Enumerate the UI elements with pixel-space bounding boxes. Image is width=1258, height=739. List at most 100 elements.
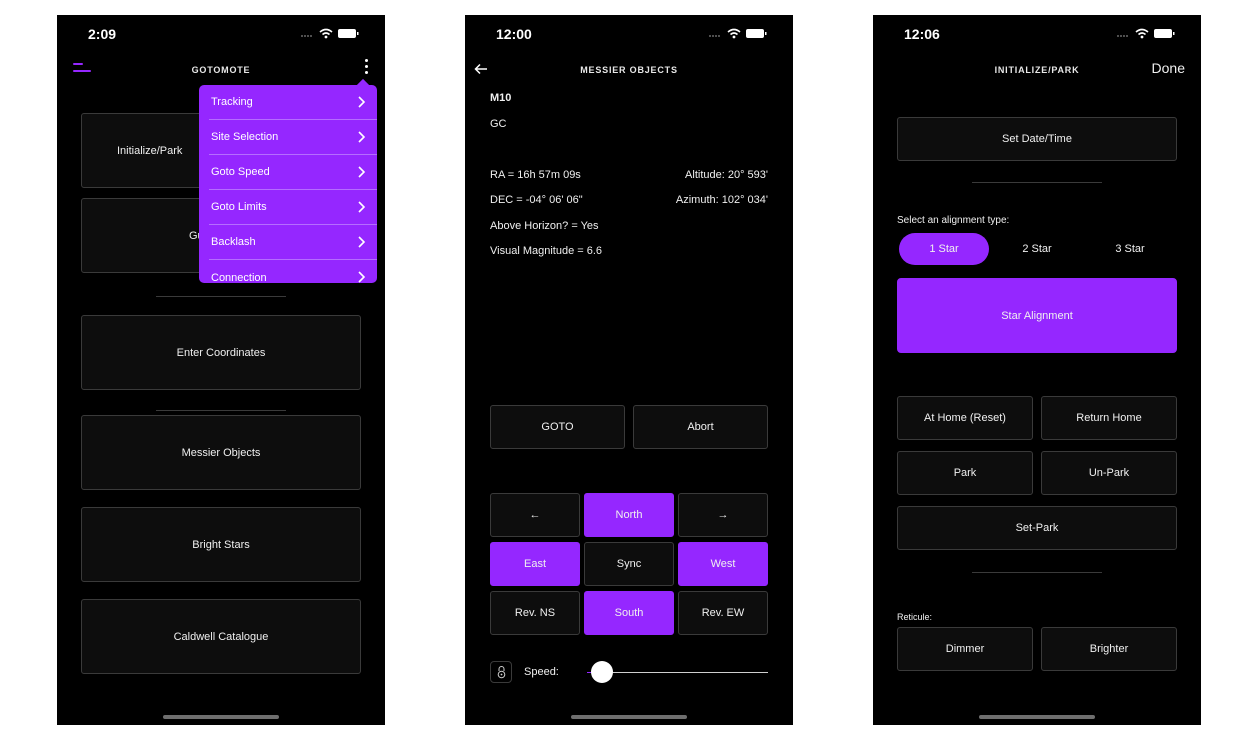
chevron-right-icon [358,236,366,248]
at-home-reset-button[interactable]: At Home (Reset) [897,396,1033,440]
page-title: GOTOMOTE [191,65,251,75]
menu-item-label: Site Selection [211,131,279,143]
park-label: Park [953,467,977,479]
star-alignment-button[interactable]: Star Alignment [897,278,1177,353]
brighter-label: Brighter [1089,643,1129,655]
menu-item-label: Goto Limits [211,201,267,213]
right-arrow-icon: → [717,509,729,521]
phone-screen-messier-objects: 12:00 MESSIER OBJECTS M10 GC RA = 16h 57… [465,15,793,725]
south-label: South [614,607,644,619]
west-button[interactable]: West [678,542,768,586]
menu-item-label: Goto Speed [211,166,270,178]
sync-label: Sync [616,558,642,570]
enter-coordinates-label: Enter Coordinates [176,346,266,359]
chevron-right-icon [358,166,366,178]
unpark-label: Un-Park [1088,467,1130,479]
object-name: M10 [490,92,512,104]
return-home-button[interactable]: Return Home [1041,396,1177,440]
chevron-right-icon [358,201,366,213]
slew-left-button[interactable]: ← [490,493,580,537]
above-horizon-readout: Above Horizon? = Yes [490,220,599,232]
set-date-time-label: Set Date/Time [1002,133,1072,145]
kebab-icon[interactable] [363,59,369,77]
abort-label: Abort [687,421,714,433]
left-arrow-icon: ← [529,509,541,521]
lock-icon [497,666,506,679]
divider [156,410,286,411]
alignment-prompt: Select an alignment type: [897,215,1010,226]
brighter-button[interactable]: Brighter [1041,627,1177,671]
status-time: 12:06 [904,26,940,42]
sync-button[interactable]: Sync [584,542,674,586]
speed-slider-knob[interactable] [590,661,613,683]
bright-stars-label: Bright Stars [192,538,250,551]
alignment-option-2-star[interactable]: 2 Star [992,233,1082,265]
visual-magnitude-readout: Visual Magnitude = 6.6 [490,245,603,257]
reverse-ns-button[interactable]: Rev. NS [490,591,580,635]
abort-button[interactable]: Abort [633,405,768,449]
menu-item-backlash[interactable]: Backlash [209,225,377,260]
messier-objects-tile[interactable]: Messier Objects [81,415,361,490]
dec-readout: DEC = -04° 06' 06" [490,194,583,206]
menu-item-goto-speed[interactable]: Goto Speed [209,155,377,190]
menu-item-label: Tracking [211,96,253,108]
speed-label: Speed: [524,666,559,678]
reverse-ns-label: Rev. NS [514,607,556,619]
speed-slider-track[interactable] [597,672,768,673]
dimmer-button[interactable]: Dimmer [897,627,1033,671]
initialize-park-label: Initialize/Park [117,144,183,157]
alignment-option-label: 2 Star [1022,243,1052,255]
alignment-option-1-star[interactable]: 1 Star [899,233,989,265]
altitude-readout: Altitude: 20° 593' [685,169,768,181]
chevron-right-icon [358,96,366,108]
chevron-right-icon [358,131,366,143]
home-indicator [979,715,1095,719]
azimuth-readout: Azimuth: 102° 034' [675,194,768,206]
menu-item-goto-limits[interactable]: Goto Limits [209,190,377,225]
object-type: GC [490,118,507,130]
lock-toggle[interactable] [490,661,512,683]
reverse-ew-button[interactable]: Rev. EW [678,591,768,635]
ra-readout: RA = 16h 57m 09s [490,169,581,181]
south-button[interactable]: South [584,591,674,635]
at-home-reset-label: At Home (Reset) [924,412,1006,424]
phone-screen-initialize-park: 12:06 INITIALIZE/PARK Done Set Date/Time… [873,15,1201,725]
menu-item-label: Backlash [211,236,256,248]
goto-label: GOTO [541,421,574,433]
dropdown-menu: Tracking Site Selection Goto Speed Goto … [199,85,377,283]
menu-item-tracking[interactable]: Tracking [209,85,377,120]
park-button[interactable]: Park [897,451,1033,495]
north-button[interactable]: North [584,493,674,537]
status-time: 12:00 [496,26,532,42]
reverse-ew-label: Rev. EW [701,607,745,619]
alignment-option-3-star[interactable]: 3 Star [1085,233,1175,265]
slew-right-button[interactable]: → [678,493,768,537]
return-home-label: Return Home [1076,412,1142,424]
menu-item-connection[interactable]: Connection [209,260,377,283]
status-time: 2:09 [88,26,117,42]
status-icons [301,28,359,39]
set-date-time-button[interactable]: Set Date/Time [897,117,1177,161]
north-label: North [615,509,643,521]
set-park-button[interactable]: Set-Park [897,506,1177,550]
unpark-button[interactable]: Un-Park [1041,451,1177,495]
caldwell-catalogue-tile[interactable]: Caldwell Catalogue [81,599,361,674]
east-label: East [523,558,546,570]
goto-button[interactable]: GOTO [490,405,625,449]
alignment-option-label: 1 Star [929,243,959,255]
divider [156,296,286,297]
east-button[interactable]: East [490,542,580,586]
enter-coordinates-tile[interactable]: Enter Coordinates [81,315,361,390]
reticule-label: Reticule: [897,612,933,622]
caldwell-catalogue-label: Caldwell Catalogue [173,630,269,643]
menu-item-site-selection[interactable]: Site Selection [209,120,377,155]
home-indicator [571,715,687,719]
chevron-right-icon [358,271,366,283]
west-label: West [710,558,736,570]
page-title: MESSIER OBJECTS [580,65,678,75]
status-icons [1117,28,1175,39]
bright-stars-tile[interactable]: Bright Stars [81,507,361,582]
messier-objects-label: Messier Objects [181,446,261,459]
done-button[interactable]: Done [1152,60,1185,76]
menu-item-label: Connection [211,271,267,284]
